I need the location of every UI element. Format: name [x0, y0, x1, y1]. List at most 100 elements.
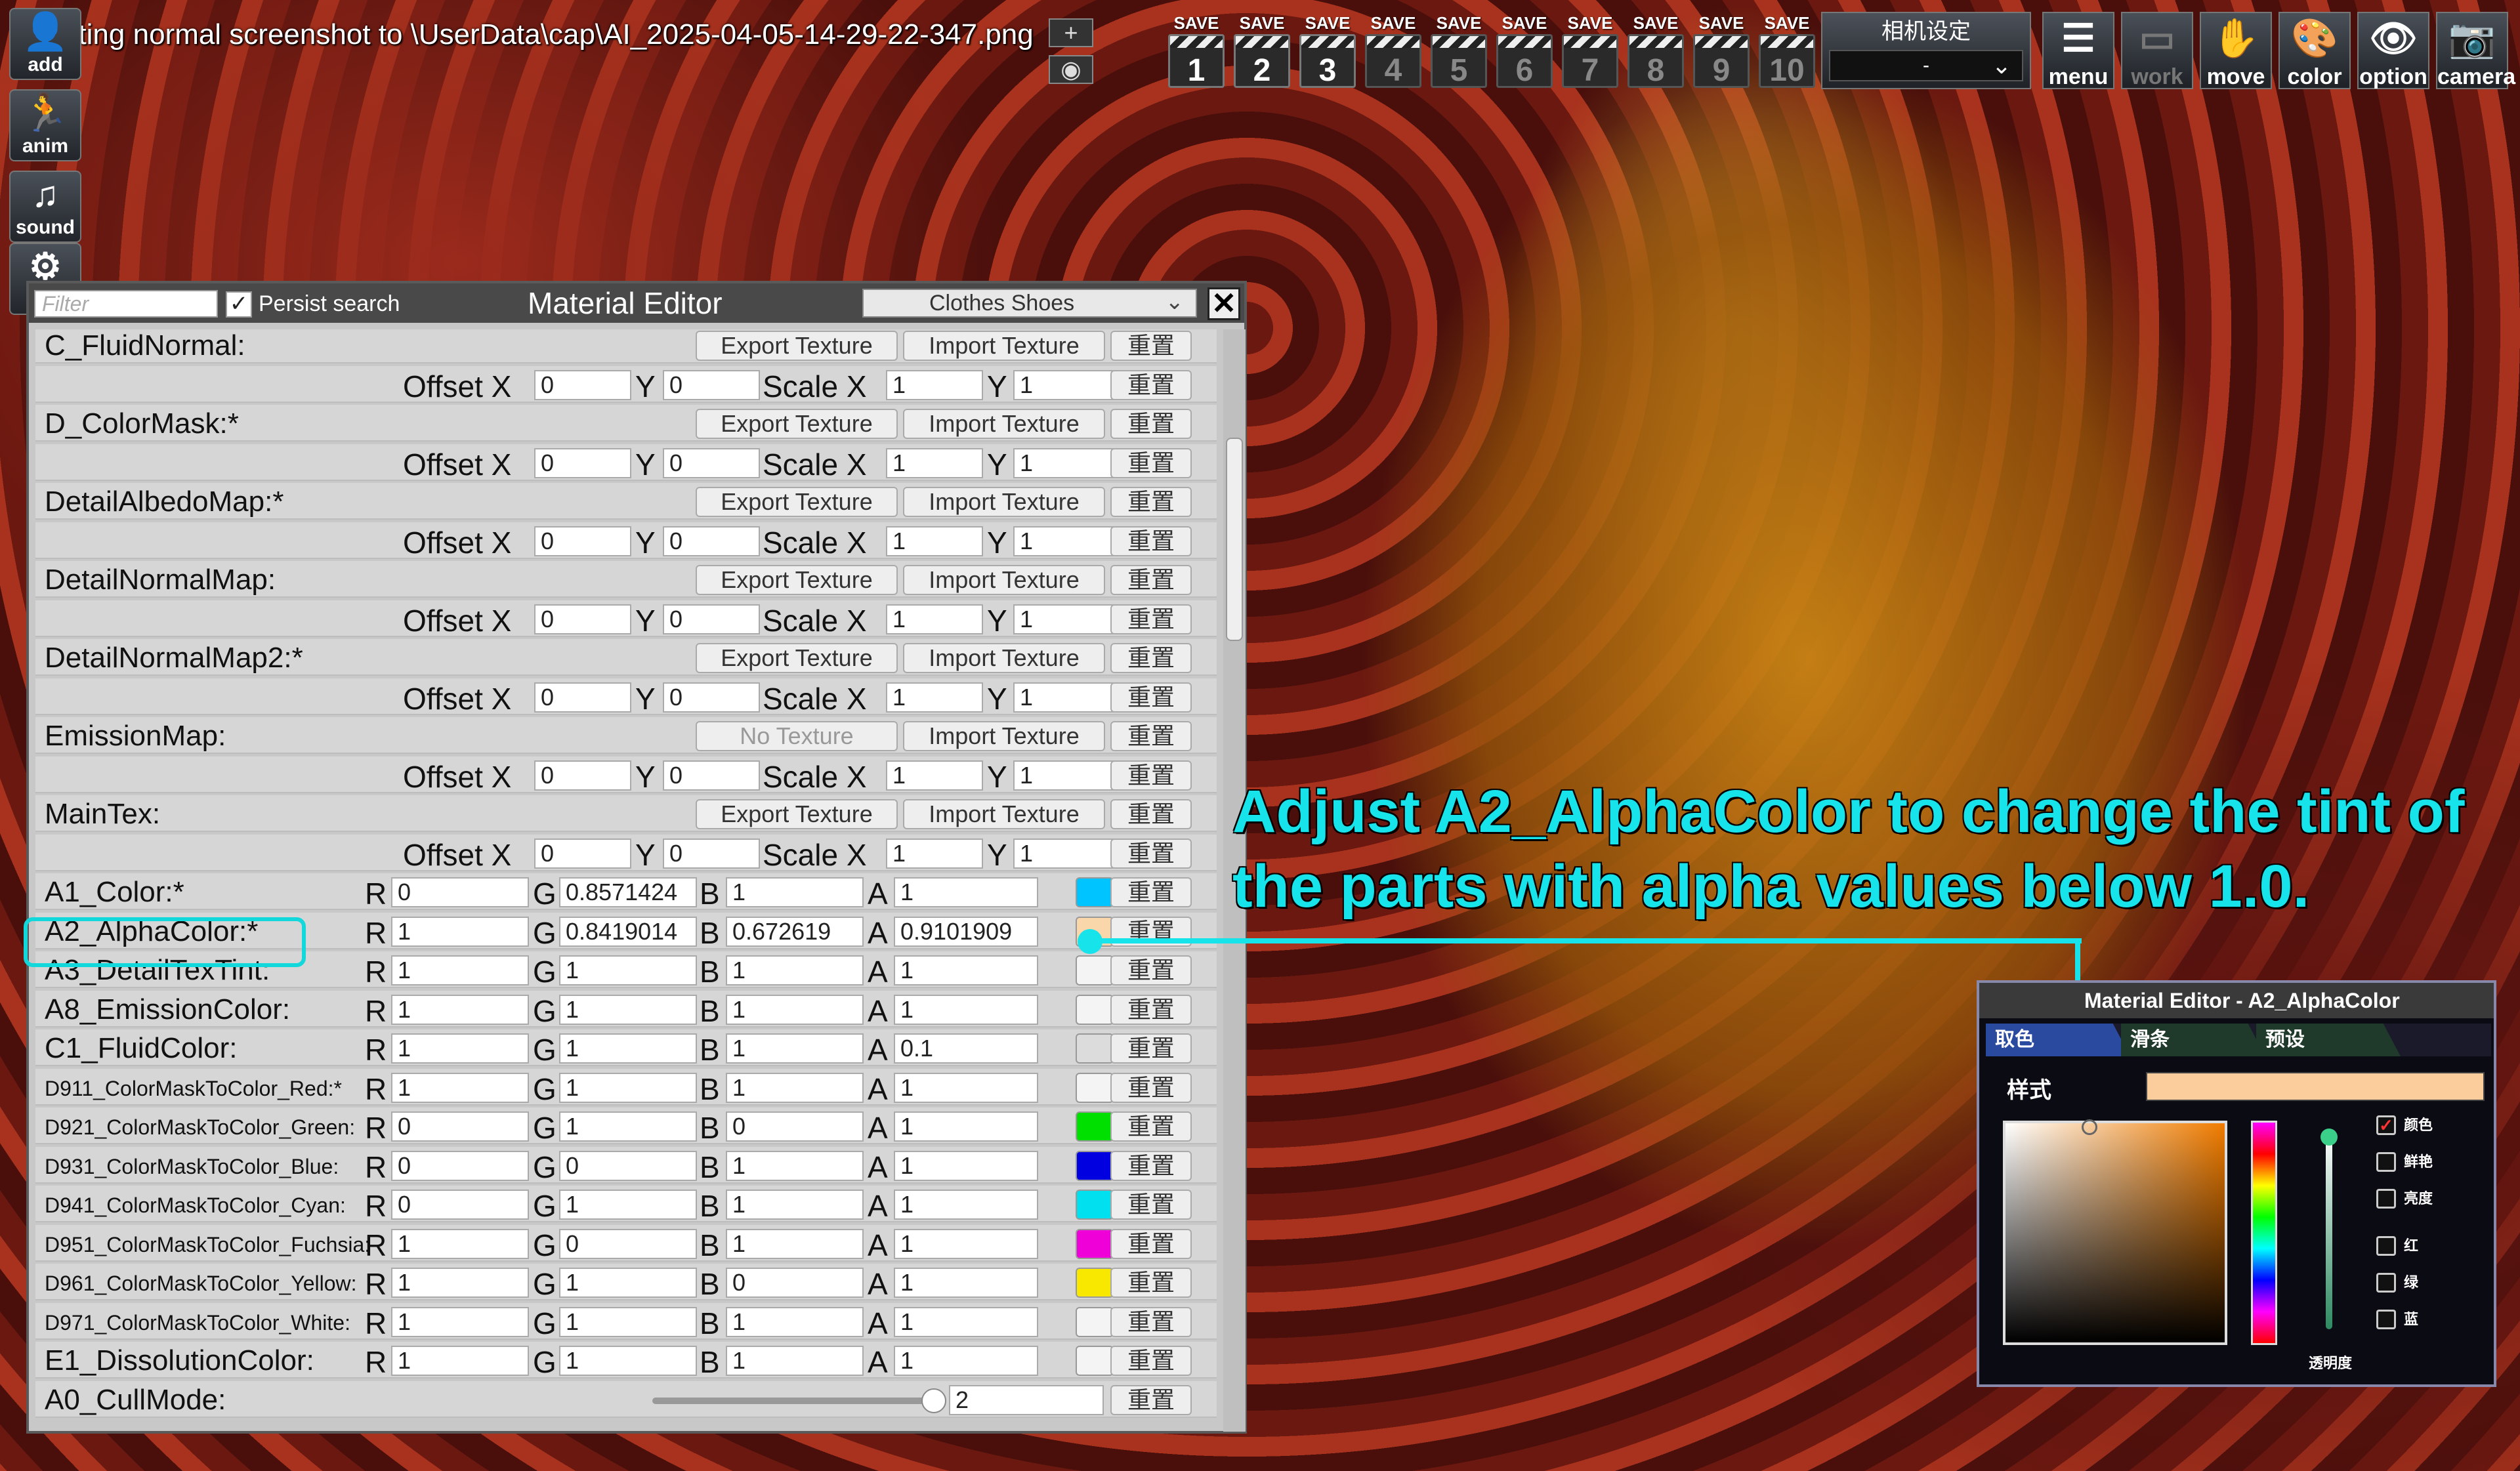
- import-texture-button[interactable]: Import Texture: [903, 643, 1105, 673]
- save-slot-6-button[interactable]: SAVE 6: [1496, 12, 1553, 94]
- offset-y-input[interactable]: 0: [663, 369, 760, 400]
- hue-slider[interactable]: [2251, 1121, 2277, 1345]
- b-input[interactable]: 1: [726, 1190, 864, 1220]
- save-slot-4-button[interactable]: SAVE 4: [1365, 12, 1421, 94]
- reset-button[interactable]: 重置: [1110, 1150, 1192, 1181]
- toolbar-button-work[interactable]: ▭ work: [2121, 12, 2193, 89]
- save-slot-2-button[interactable]: SAVE 2: [1234, 12, 1290, 94]
- a-input[interactable]: 1: [894, 994, 1038, 1025]
- g-input[interactable]: 0.8571424: [559, 877, 697, 907]
- a-input[interactable]: 0.1: [894, 1033, 1038, 1064]
- checkbox[interactable]: ✓: [2376, 1115, 2396, 1135]
- color-swatch[interactable]: [1076, 994, 1114, 1025]
- r-input[interactable]: 1: [391, 1228, 529, 1259]
- save-slot-10-button[interactable]: SAVE 10: [1759, 12, 1815, 94]
- reset-button[interactable]: 重置: [1110, 760, 1192, 791]
- picker-option[interactable]: 蓝: [2376, 1308, 2418, 1332]
- offset-y-input[interactable]: 0: [663, 838, 760, 869]
- alpha-slider-knob[interactable]: [2320, 1129, 2338, 1146]
- r-input[interactable]: 1: [391, 1346, 529, 1376]
- import-texture-button[interactable]: Import Texture: [903, 565, 1105, 595]
- reset-button[interactable]: 重置: [1110, 409, 1192, 439]
- reset-button[interactable]: 重置: [1110, 604, 1192, 634]
- reset-button[interactable]: 重置: [1110, 447, 1192, 478]
- color-swatch[interactable]: [1076, 1072, 1114, 1103]
- picker-option[interactable]: 红: [2376, 1235, 2418, 1258]
- export-texture-button[interactable]: Export Texture: [696, 487, 898, 517]
- g-input[interactable]: 1: [559, 1306, 697, 1337]
- b-input[interactable]: 0.672619: [726, 916, 864, 947]
- a-input[interactable]: 1: [894, 1072, 1038, 1103]
- a-input[interactable]: 0.9101909: [894, 916, 1038, 947]
- reset-button[interactable]: 重置: [1110, 799, 1192, 829]
- offset-y-input[interactable]: 0: [663, 682, 760, 713]
- reset-button[interactable]: 重置: [1110, 643, 1192, 673]
- save-slot-1-button[interactable]: SAVE 1: [1168, 12, 1225, 94]
- reset-button[interactable]: 重置: [1110, 1228, 1192, 1259]
- close-button[interactable]: ✕: [1208, 287, 1240, 320]
- a-input[interactable]: 1: [894, 1306, 1038, 1337]
- toolbar-button-anim[interactable]: 🏃 anim: [9, 89, 81, 161]
- export-texture-button[interactable]: Export Texture: [696, 799, 898, 829]
- scale-x-input[interactable]: 1: [886, 682, 983, 713]
- reset-button[interactable]: 重置: [1110, 526, 1192, 556]
- category-dropdown[interactable]: Clothes Shoes ⌄: [862, 289, 1197, 318]
- g-input[interactable]: 1: [559, 1268, 697, 1298]
- b-input[interactable]: 1: [726, 1033, 864, 1064]
- g-input[interactable]: 0: [559, 1228, 697, 1259]
- color-swatch[interactable]: [1076, 955, 1114, 985]
- color-swatch[interactable]: [1076, 1033, 1114, 1064]
- reset-button[interactable]: 重置: [1110, 331, 1192, 361]
- reset-button[interactable]: 重置: [1110, 955, 1192, 985]
- import-texture-button[interactable]: Import Texture: [903, 721, 1105, 751]
- g-input[interactable]: 0.8419014: [559, 916, 697, 947]
- color-swatch[interactable]: [1076, 1111, 1114, 1142]
- color-swatch[interactable]: [1076, 877, 1114, 907]
- r-input[interactable]: 0: [391, 1190, 529, 1220]
- b-input[interactable]: 0: [726, 1268, 864, 1298]
- reset-button[interactable]: 重置: [1110, 369, 1192, 400]
- a-input[interactable]: 1: [894, 1268, 1038, 1298]
- offset-y-input[interactable]: 0: [663, 526, 760, 556]
- checkbox[interactable]: [2376, 1273, 2396, 1293]
- scale-x-input[interactable]: 1: [886, 526, 983, 556]
- color-swatch[interactable]: [1076, 1150, 1114, 1181]
- export-texture-button[interactable]: Export Texture: [696, 643, 898, 673]
- offset-x-input[interactable]: 0: [534, 682, 631, 713]
- r-input[interactable]: 1: [391, 916, 529, 947]
- color-swatch[interactable]: [1076, 1346, 1114, 1376]
- picker-option[interactable]: 亮度: [2376, 1188, 2433, 1211]
- a-input[interactable]: 1: [894, 1346, 1038, 1376]
- tab-slider[interactable]: 滑条: [2121, 1024, 2265, 1056]
- checkbox[interactable]: [2376, 1310, 2396, 1329]
- import-texture-button[interactable]: Import Texture: [903, 487, 1105, 517]
- export-texture-button[interactable]: Export Texture: [696, 565, 898, 595]
- a-input[interactable]: 1: [894, 1111, 1038, 1142]
- picker-option[interactable]: 绿: [2376, 1272, 2418, 1295]
- saturation-value-picker[interactable]: [2003, 1119, 2227, 1345]
- r-input[interactable]: 1: [391, 1306, 529, 1337]
- g-input[interactable]: 1: [559, 994, 697, 1025]
- toolbar-button-option[interactable]: 👁 option: [2357, 12, 2429, 89]
- reset-button[interactable]: 重置: [1110, 1033, 1192, 1064]
- scale-x-input[interactable]: 1: [886, 760, 983, 791]
- offset-x-input[interactable]: 0: [534, 760, 631, 791]
- a-input[interactable]: 1: [894, 1228, 1038, 1259]
- reset-button[interactable]: 重置: [1110, 1384, 1192, 1415]
- import-texture-button[interactable]: Import Texture: [903, 331, 1105, 361]
- r-input[interactable]: 1: [391, 1072, 529, 1103]
- g-input[interactable]: 1: [559, 1033, 697, 1064]
- reset-button[interactable]: 重置: [1110, 1072, 1192, 1103]
- offset-x-input[interactable]: 0: [534, 369, 631, 400]
- reset-button[interactable]: 重置: [1110, 1346, 1192, 1376]
- save-slot-9-button[interactable]: SAVE 9: [1693, 12, 1750, 94]
- reset-button[interactable]: 重置: [1110, 994, 1192, 1025]
- import-texture-button[interactable]: Import Texture: [903, 799, 1105, 829]
- import-texture-button[interactable]: Import Texture: [903, 409, 1105, 439]
- r-input[interactable]: 0: [391, 1111, 529, 1142]
- r-input[interactable]: 1: [391, 955, 529, 985]
- checkbox[interactable]: [2376, 1189, 2396, 1209]
- toolbar-button-sound[interactable]: ♫ sound: [9, 171, 81, 243]
- b-input[interactable]: 1: [726, 1346, 864, 1376]
- toolbar-button-color[interactable]: 🎨 color: [2278, 12, 2351, 89]
